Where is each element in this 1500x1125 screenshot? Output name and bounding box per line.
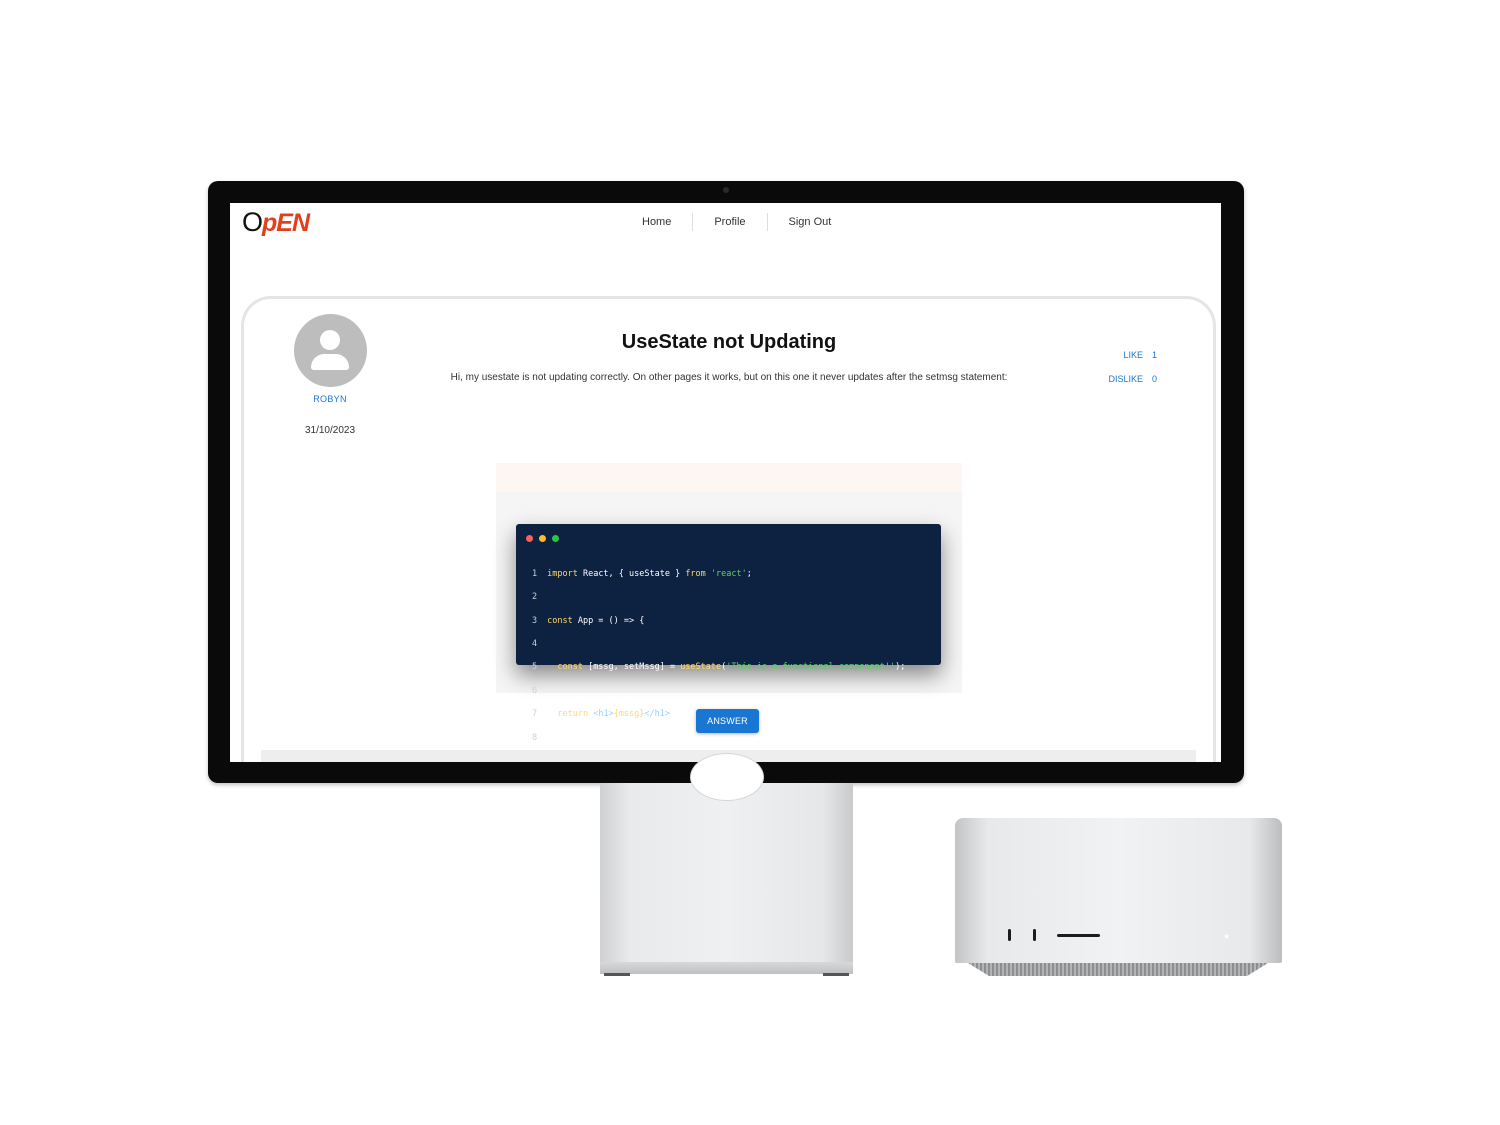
nav-sign-out-link[interactable]: Sign Out: [768, 213, 853, 231]
monitor-stand: [600, 753, 853, 969]
dislike-button[interactable]: DISLIKE: [1099, 374, 1152, 384]
answer-button[interactable]: ANSWER: [696, 709, 759, 733]
question-title: UseState not Updating: [621, 331, 837, 353]
usb-port-icon: [1008, 929, 1011, 941]
code-string: 'react': [710, 568, 747, 579]
like-row: LIKE 1: [1099, 350, 1172, 360]
like-button[interactable]: LIKE: [1099, 350, 1152, 360]
brand-logo[interactable]: OpEN: [242, 207, 310, 238]
code-keyword: const: [547, 615, 573, 626]
code-keyword: const: [547, 662, 583, 673]
line-number: 8: [532, 732, 538, 743]
logo-rest: pEN: [262, 209, 310, 237]
top-nav: Home Profile Sign Out: [628, 213, 852, 231]
dislike-count: 0: [1152, 374, 1158, 384]
code-keyword: from: [685, 568, 706, 579]
post-date: 31/10/2023: [304, 425, 356, 436]
code-text: );: [895, 662, 906, 673]
logo-first-letter: O: [242, 207, 263, 237]
code-line: 5 const [mssg, setMssg] = useState('This…: [532, 662, 905, 674]
stand-cable-hole: [690, 753, 764, 801]
line-number: 3: [532, 615, 538, 626]
line-number: 7: [532, 709, 538, 720]
code-keyword: {mssg}: [613, 709, 645, 720]
window-maximize-dot-icon: [552, 535, 559, 542]
window-close-dot-icon: [526, 535, 533, 542]
line-number: 6: [532, 685, 538, 696]
code-string: 'This is a functional component!': [726, 662, 896, 673]
desktop-computer: [955, 818, 1282, 963]
code-line: 4: [532, 639, 905, 651]
avatar-person-body: [311, 354, 349, 370]
dislike-row: DISLIKE 0: [1099, 374, 1172, 384]
code-text: [mssg, setMssg] =: [582, 662, 681, 673]
screen: OpEN Home Profile Sign Out ROBYN 31/10/2…: [230, 203, 1221, 762]
desktop-computer-vent: [968, 963, 1268, 976]
line-number: 2: [532, 592, 538, 603]
sd-card-slot-icon: [1057, 934, 1100, 937]
code-window: 1 import React, { useState } from 'react…: [516, 524, 941, 743]
line-number: 1: [532, 568, 538, 579]
code-text: React, { useState }: [577, 568, 686, 579]
line-number: 4: [532, 638, 538, 649]
code-panel-header: [496, 463, 962, 492]
stand-foot: [823, 973, 849, 976]
code-tag: <h1>: [593, 709, 614, 720]
code-text: }: [547, 732, 553, 743]
line-number: 5: [532, 662, 538, 673]
avatar[interactable]: [294, 314, 367, 387]
code-line: 1 import React, { useState } from 'react…: [532, 569, 905, 581]
code-line: 6: [532, 686, 905, 698]
code-text: App = () => {: [572, 615, 645, 626]
code-line: 2: [532, 592, 905, 604]
code-text: ;: [746, 568, 752, 579]
code-image-panel: 1 import React, { useState } from 'react…: [496, 463, 962, 743]
stand-foot: [604, 973, 630, 976]
code-keyword: return: [547, 709, 589, 720]
question-card: ROBYN 31/10/2023 UseState not Updating H…: [241, 296, 1216, 762]
avatar-person-icon: [320, 330, 340, 350]
usb-port-icon: [1033, 929, 1036, 941]
window-minimize-dot-icon: [539, 535, 546, 542]
stand-base: [600, 962, 853, 974]
code-keyword: useState: [680, 662, 722, 673]
like-count: 1: [1152, 350, 1158, 360]
author-name-link[interactable]: ROBYN: [280, 394, 380, 404]
power-light-icon: [1225, 935, 1228, 938]
code-tag: </h1>: [644, 709, 670, 720]
question-body: Hi, my usestate is not updating correctl…: [450, 372, 1008, 383]
camera-icon: [723, 187, 729, 193]
code-line: 8 }: [532, 733, 905, 745]
nav-profile-link[interactable]: Profile: [693, 213, 768, 231]
monitor: OpEN Home Profile Sign Out ROBYN 31/10/2…: [208, 181, 1244, 783]
nav-home-link[interactable]: Home: [628, 213, 694, 231]
code-line: 3 const App = () => {: [532, 616, 905, 628]
code-keyword: import: [547, 568, 578, 579]
